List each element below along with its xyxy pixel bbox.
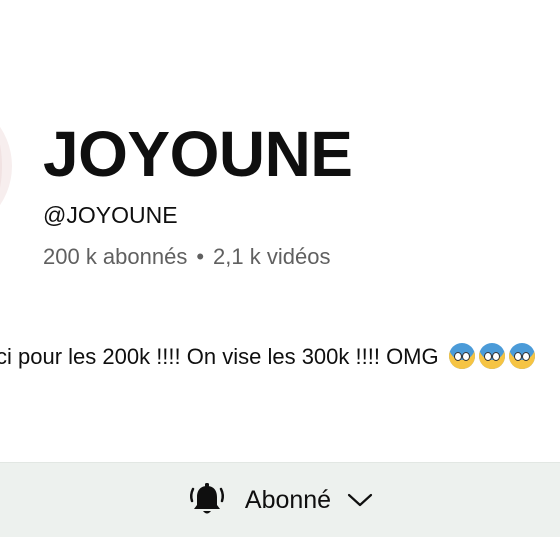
chevron-down-icon: [347, 493, 373, 507]
channel-name: JOYOUNE: [43, 118, 353, 190]
avatar-image: [0, 116, 2, 216]
video-count: 2,1 k vidéos: [213, 244, 331, 269]
description-text: ci pour les 200k !!!! On vise les 300k !…: [0, 344, 439, 369]
subscribed-button[interactable]: Abonné: [0, 462, 560, 537]
stats-separator: •: [196, 244, 205, 269]
channel-handle: @JOYOUNE: [43, 202, 178, 228]
subscriber-count: 200 k abonnés: [43, 244, 188, 269]
bell-ringing-icon: [189, 483, 224, 514]
screaming-face-emoji-icon: [508, 343, 535, 369]
screaming-face-emoji-icon: [448, 343, 475, 369]
channel-header: JOYOUNE @JOYOUNE 200 k abonnés • 2,1 k vid…: [0, 0, 560, 560]
subscribed-label: Abonné: [244, 486, 332, 514]
screaming-face-emoji-icon: [478, 343, 505, 369]
channel-stats: 200 k abonnés • 2,1 k vidéos: [43, 242, 330, 272]
channel-avatar[interactable]: [0, 96, 12, 236]
channel-description[interactable]: ci pour les 200k !!!! On vise les 300k !…: [0, 342, 535, 372]
